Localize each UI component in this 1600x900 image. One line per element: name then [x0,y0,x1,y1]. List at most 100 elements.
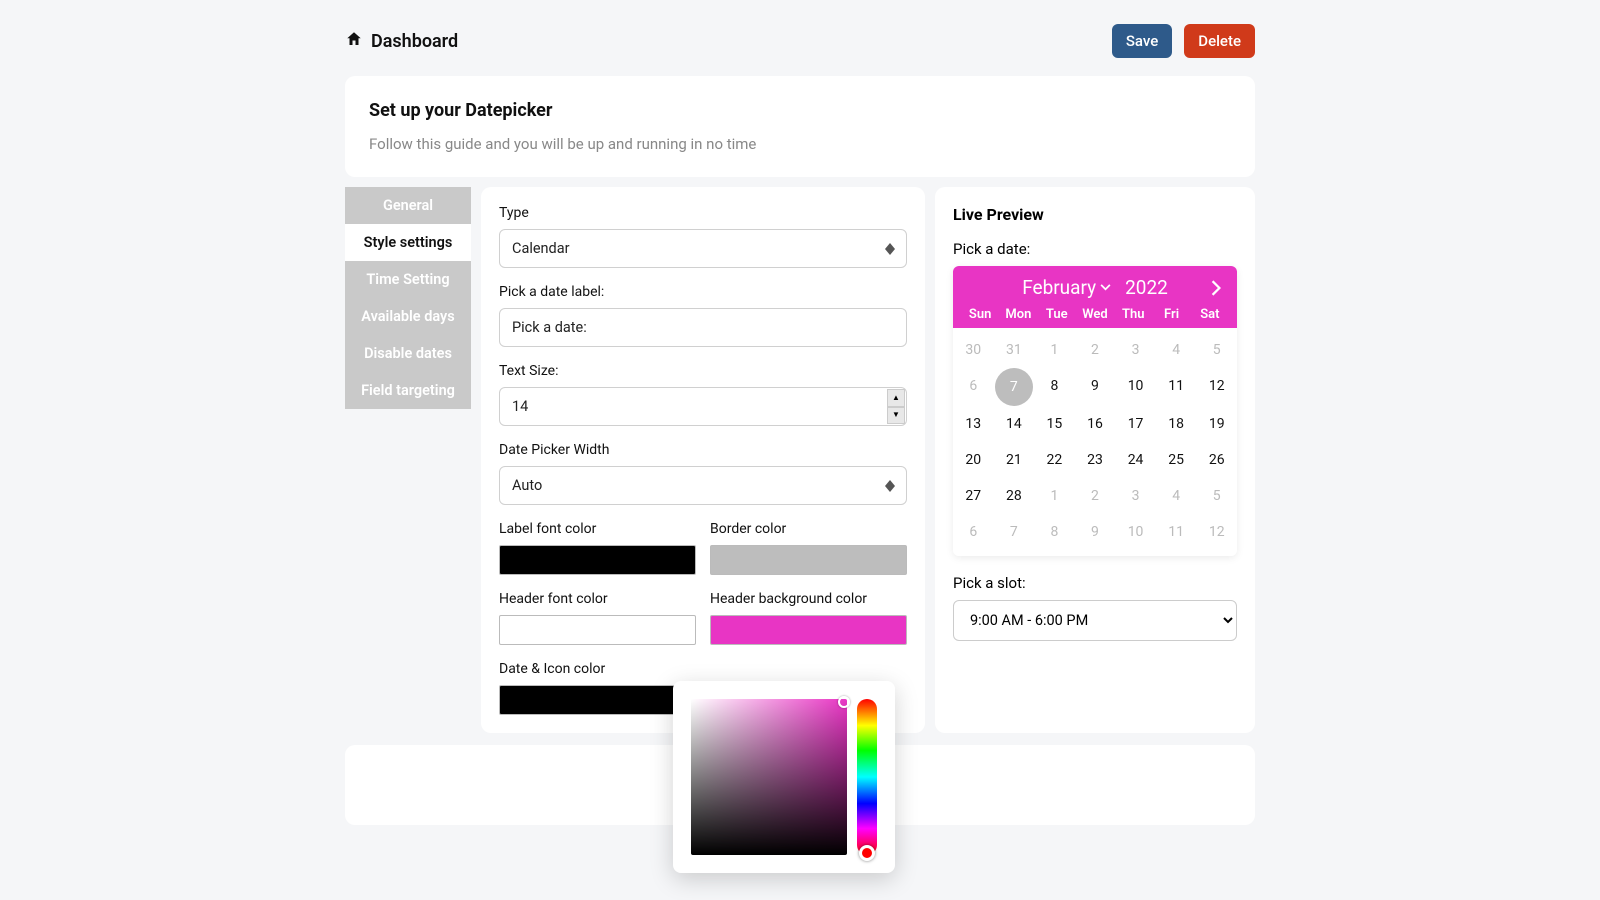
calendar-day[interactable]: 28 [994,478,1035,514]
sidebar-item-field-targeting[interactable]: Field targeting [345,372,471,409]
calendar-day-other[interactable]: 3 [1115,478,1156,514]
text-size-label: Text Size: [499,363,907,379]
width-select[interactable]: Auto [499,466,907,505]
calendar-day[interactable]: 21 [994,442,1035,478]
calendar-dow-cell: Tue [1038,307,1076,322]
label-font-color-label: Label font color [499,521,696,537]
calendar-day-other[interactable]: 7 [994,514,1035,550]
calendar-day[interactable]: 22 [1034,442,1075,478]
sidebar-item-time-setting[interactable]: Time Setting [345,261,471,298]
calendar-dow-cell: Fri [1152,307,1190,322]
calendar-day-other[interactable]: 1 [1034,332,1075,368]
calendar-day-selected[interactable]: 7 [995,368,1033,406]
preview-pick-date-label: Pick a date: [953,240,1237,258]
page-header: Dashboard Save Delete [345,24,1255,58]
intro-subtitle: Follow this guide and you will be up and… [369,135,1231,153]
text-size-step-down[interactable]: ▼ [887,407,905,425]
calendar-day-other[interactable]: 30 [953,332,994,368]
home-icon [345,30,363,52]
calendar-dow-cell: Sat [1191,307,1229,322]
calendar-day-other[interactable]: 11 [1156,514,1197,550]
chevron-right-icon [1211,280,1221,296]
calendar-day-other[interactable]: 3 [1115,332,1156,368]
calendar-day[interactable]: 18 [1156,406,1197,442]
type-label: Type [499,205,907,221]
calendar-month-select[interactable]: February [1022,276,1111,299]
calendar-day-other[interactable]: 10 [1115,514,1156,550]
sidebar-item-style-settings[interactable]: Style settings [345,224,471,261]
calendar-day[interactable]: 20 [953,442,994,478]
label-font-color-swatch[interactable] [499,545,696,575]
brand-title: Dashboard [371,31,458,52]
style-settings-panel: Type Calendar Pick a date label: Text Si… [481,187,925,733]
date-label-label: Pick a date label: [499,284,907,300]
calendar-dow-cell: Sun [961,307,999,322]
calendar-day[interactable]: 12 [1196,368,1237,406]
calendar-day-other[interactable]: 31 [994,332,1035,368]
border-color-swatch[interactable] [710,545,907,575]
color-picker-popover [673,681,895,873]
calendar-day[interactable]: 13 [953,406,994,442]
calendar-day-other[interactable]: 5 [1196,478,1237,514]
calendar-day[interactable]: 10 [1115,368,1156,406]
calendar-day[interactable]: 15 [1034,406,1075,442]
sidebar-item-general[interactable]: General [345,187,471,224]
calendar-day-other[interactable]: 2 [1075,332,1116,368]
calendar-next-button[interactable] [1211,280,1221,296]
hue-handle[interactable] [859,845,875,861]
calendar-day[interactable]: 25 [1156,442,1197,478]
calendar-day-other[interactable]: 5 [1196,332,1237,368]
calendar-day-other[interactable]: 8 [1034,514,1075,550]
header-bg-color-swatch[interactable] [710,615,907,645]
header-font-color-swatch[interactable] [499,615,696,645]
calendar-dow-cell: Mon [999,307,1037,322]
brand[interactable]: Dashboard [345,30,458,52]
border-color-label: Border color [710,521,907,537]
calendar-day[interactable]: 23 [1075,442,1116,478]
calendar-day[interactable]: 24 [1115,442,1156,478]
chevron-down-icon [1100,284,1111,291]
calendar-day-other[interactable]: 6 [953,514,994,550]
calendar-dow-cell: Wed [1076,307,1114,322]
calendar-day-other[interactable]: 12 [1196,514,1237,550]
calendar-day[interactable]: 9 [1075,368,1116,406]
text-size-step-up[interactable]: ▲ [887,389,905,407]
calendar-day[interactable]: 14 [994,406,1035,442]
sidebar-item-disable-dates[interactable]: Disable dates [345,335,471,372]
save-button[interactable]: Save [1112,24,1172,58]
hue-slider[interactable] [857,699,877,855]
calendar-day[interactable]: 8 [1034,368,1075,406]
calendar-year[interactable]: 2022 [1125,276,1168,299]
calendar-day-other[interactable]: 1 [1034,478,1075,514]
calendar-dow-row: SunMonTueWedThuFriSat [961,307,1229,328]
calendar-header: February 2022 SunMonTueWedThuFriSat [953,266,1237,328]
calendar-day[interactable]: 19 [1196,406,1237,442]
text-size-input[interactable] [499,387,907,426]
width-label: Date Picker Width [499,442,907,458]
date-label-input[interactable] [499,308,907,347]
date-icon-color-swatch[interactable] [499,685,696,715]
delete-button[interactable]: Delete [1184,24,1255,58]
calendar-day[interactable]: 26 [1196,442,1237,478]
calendar-day[interactable]: 11 [1156,368,1197,406]
live-preview-panel: Live Preview Pick a date: February 2022 [935,187,1255,733]
settings-sidebar: General Style settings Time Setting Avai… [345,187,471,733]
calendar-day-other[interactable]: 6 [953,368,994,406]
intro-card: Set up your Datepicker Follow this guide… [345,76,1255,177]
calendar-day-other[interactable]: 4 [1156,332,1197,368]
calendar-day-other[interactable]: 4 [1156,478,1197,514]
calendar-day[interactable]: 27 [953,478,994,514]
sidebar-item-available-days[interactable]: Available days [345,298,471,335]
calendar-day[interactable]: 17 [1115,406,1156,442]
calendar-day-other[interactable]: 9 [1075,514,1116,550]
sv-handle[interactable] [838,696,850,708]
slot-select[interactable]: 9:00 AM - 6:00 PM [953,600,1237,641]
calendar: February 2022 SunMonTueWedThuFriSat 3031… [953,266,1237,556]
calendar-dow-cell: Thu [1114,307,1152,322]
saturation-value-panel[interactable] [691,699,847,855]
calendar-day-other[interactable]: 2 [1075,478,1116,514]
type-select[interactable]: Calendar [499,229,907,268]
preview-pick-slot-label: Pick a slot: [953,574,1237,592]
calendar-month: February [1022,276,1096,299]
calendar-day[interactable]: 16 [1075,406,1116,442]
